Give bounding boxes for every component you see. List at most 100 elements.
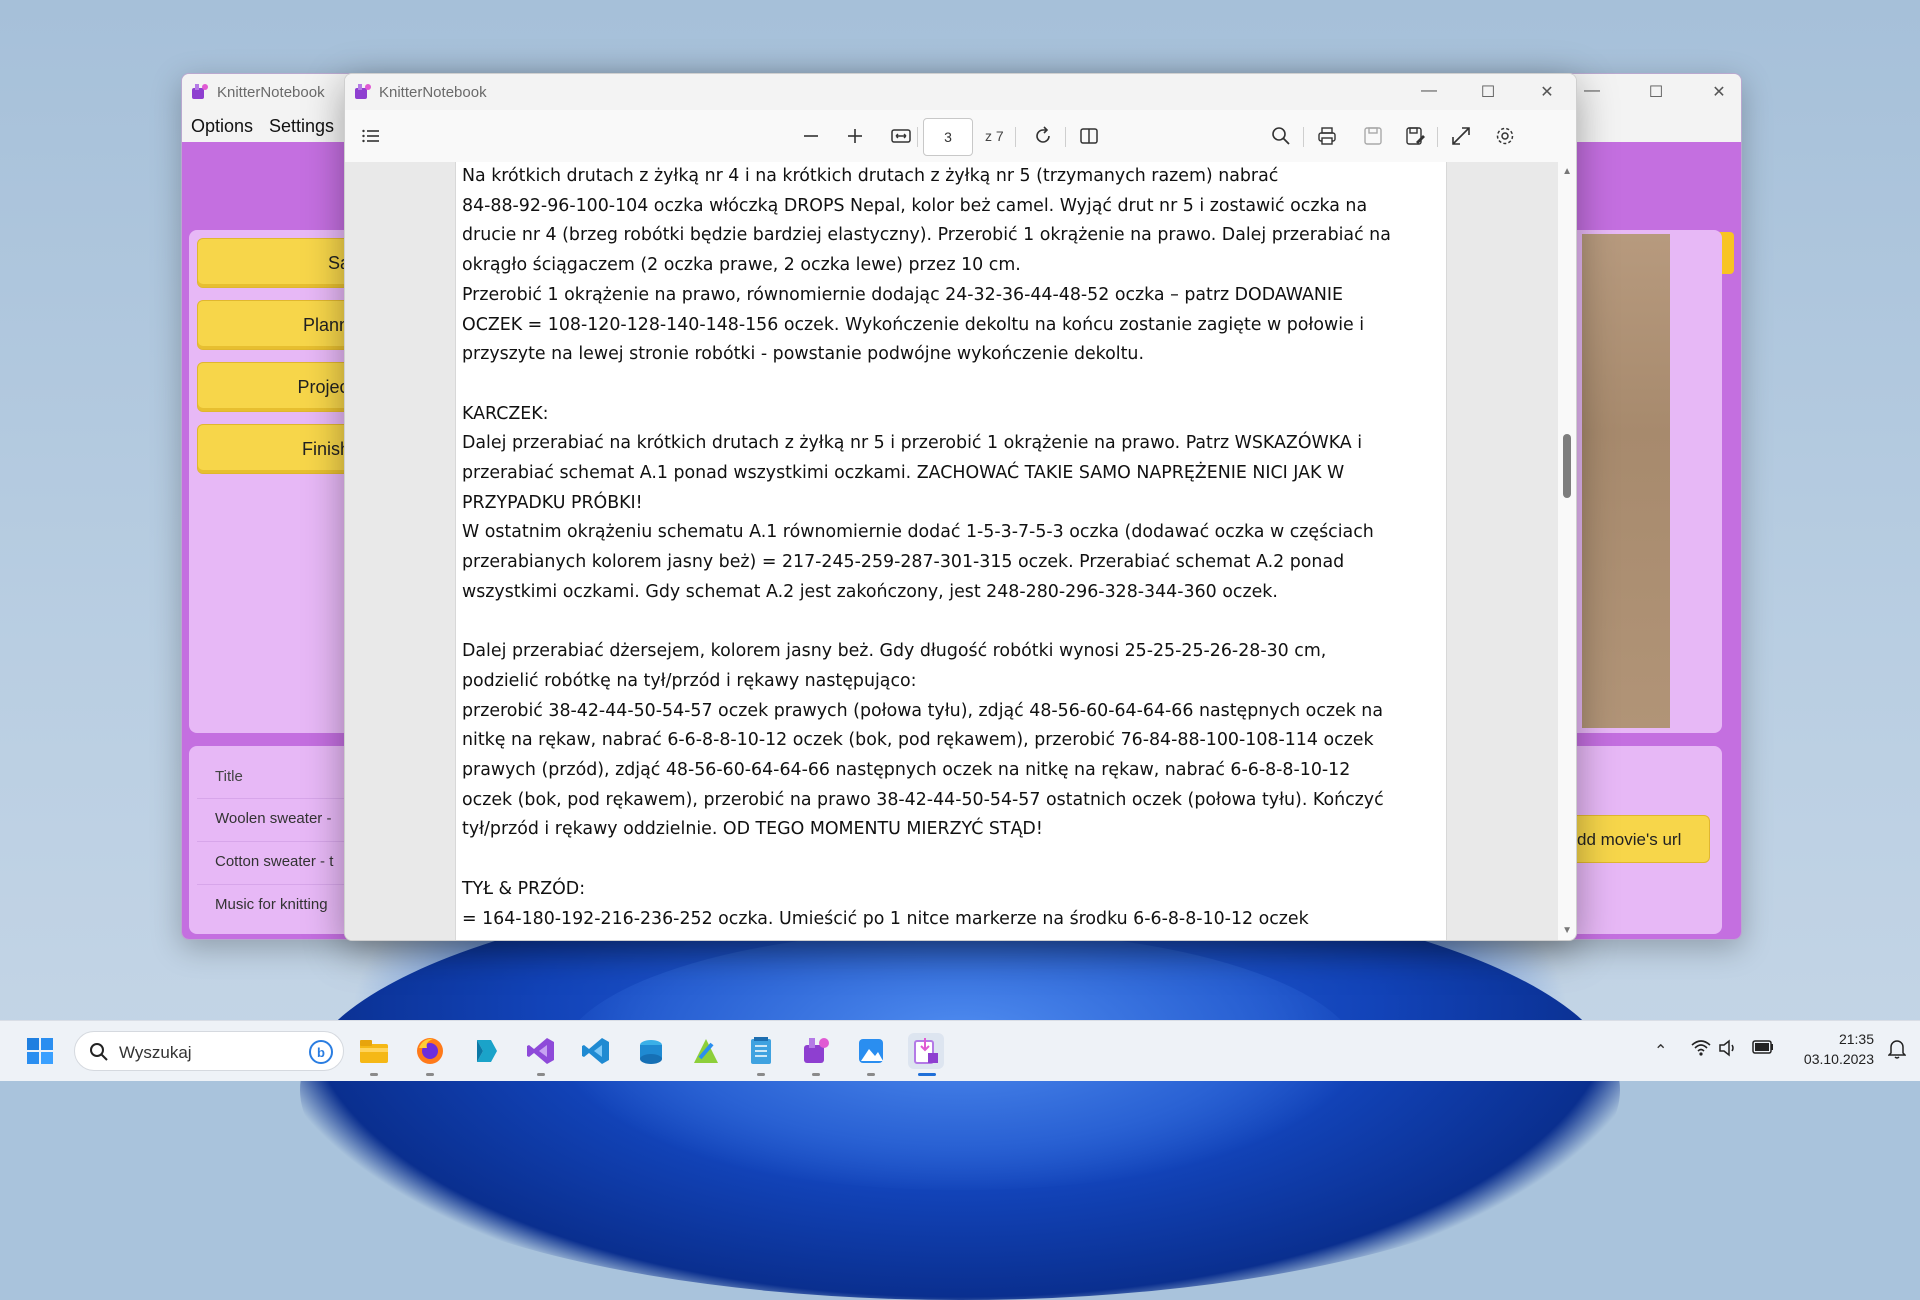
menu-settings[interactable]: Settings bbox=[269, 116, 334, 137]
page-text-line: przerabianych kolorem jasny beż) = 217-2… bbox=[462, 552, 1345, 573]
knitternotebook-taskbar-icon[interactable] bbox=[798, 1033, 834, 1069]
page-text-line: przerobić 38-42-44-50-54-57 oczek prawyc… bbox=[462, 700, 1383, 721]
toolbar-separator bbox=[1437, 127, 1438, 147]
pdf-toolbar: 3 z 7 bbox=[345, 110, 1576, 162]
page-view-icon[interactable] bbox=[1075, 122, 1103, 150]
running-indicator bbox=[426, 1073, 434, 1076]
window-title: KnitterNotebook bbox=[379, 84, 487, 101]
visual-studio-icon[interactable] bbox=[523, 1033, 559, 1069]
page-text-line: = 164-180-192-216-236-252 oczka. Umieści… bbox=[462, 908, 1309, 929]
app-icon bbox=[192, 84, 208, 99]
maximize-icon[interactable]: ☐ bbox=[1478, 82, 1498, 102]
search-placeholder: Wyszukaj bbox=[119, 1043, 192, 1062]
pdf-viewer-window: KnitterNotebook — ☐ ✕ 3 z 7 Na krótkich … bbox=[344, 73, 1577, 941]
search-icon[interactable] bbox=[1267, 122, 1295, 150]
firefox-icon[interactable] bbox=[412, 1033, 448, 1069]
page-text-line: oczek (bok, pod rękawem), przerobić na p… bbox=[462, 789, 1384, 810]
clock-date: 03.10.2023 bbox=[1803, 1051, 1874, 1067]
page-text-line: tył/przód i rękawy oddzielnie. OD TEGO M… bbox=[462, 819, 1043, 840]
toolbar-separator bbox=[1065, 127, 1066, 147]
running-indicator bbox=[370, 1073, 378, 1076]
page-text-line: TYŁ & PRZÓD: bbox=[462, 878, 586, 899]
page-text-line: 84-88-92-96-100-104 oczka włóczką DROPS … bbox=[462, 195, 1368, 216]
window-title: KnitterNotebook bbox=[217, 84, 325, 101]
page-text-line bbox=[462, 845, 1432, 875]
document-area[interactable]: Na krótkich drutach z żyłką nr 4 i na kr… bbox=[345, 162, 1558, 940]
photos-icon[interactable] bbox=[853, 1033, 889, 1069]
page-text: Na krótkich drutach z żyłką nr 4 i na kr… bbox=[462, 162, 1432, 934]
page-text-line: drucie nr 4 (brzeg robótki będzie bardzi… bbox=[462, 225, 1391, 246]
page-number-input[interactable]: 3 bbox=[923, 118, 973, 156]
fit-width-icon[interactable] bbox=[887, 122, 915, 150]
add-movie-url-button[interactable]: dd movie's url bbox=[1562, 815, 1710, 863]
wifi-icon[interactable] bbox=[1690, 1039, 1712, 1057]
notification-bell-icon[interactable] bbox=[1888, 1039, 1906, 1059]
notepad-icon[interactable] bbox=[743, 1033, 779, 1069]
page-total-label: z 7 bbox=[985, 128, 1004, 144]
page-text-line: okrągło ściągaczem (2 oczka prawe, 2 ocz… bbox=[462, 255, 1021, 276]
running-indicator bbox=[812, 1073, 820, 1076]
list-header-title: Title bbox=[215, 768, 243, 785]
scrollbar-thumb[interactable] bbox=[1563, 434, 1571, 498]
sample-photo bbox=[1582, 234, 1670, 728]
settings-gear-icon[interactable] bbox=[1491, 122, 1519, 150]
contents-list-icon[interactable] bbox=[357, 122, 385, 150]
toolbar-separator bbox=[1015, 127, 1016, 147]
bing-icon: b bbox=[309, 1040, 333, 1064]
maximize-icon[interactable]: ☐ bbox=[1646, 82, 1666, 102]
page-text-line: Przerobić 1 okrążenie na prawo, równomie… bbox=[462, 284, 1344, 305]
page-text-line: KARCZEK: bbox=[462, 403, 549, 424]
page-text-line: wszystkimi oczkami. Gdy schemat A.2 jest… bbox=[462, 581, 1278, 602]
search-icon bbox=[90, 1043, 108, 1061]
save-as-icon[interactable] bbox=[1401, 122, 1429, 150]
volume-icon[interactable] bbox=[1718, 1039, 1738, 1057]
minimize-icon[interactable]: — bbox=[1419, 82, 1439, 100]
system-clock[interactable]: 21:35 03.10.2023 bbox=[1804, 1029, 1874, 1069]
page-text-line bbox=[462, 608, 1432, 638]
close-icon[interactable]: ✕ bbox=[1537, 82, 1557, 102]
page-text-line: W ostatnim okrążeniu schematu A.1 równom… bbox=[462, 522, 1374, 543]
minimize-icon[interactable]: — bbox=[1582, 82, 1602, 100]
rotate-icon[interactable] bbox=[1029, 122, 1057, 150]
title-bar: KnitterNotebook — ☐ ✕ bbox=[345, 74, 1576, 110]
vscode-icon[interactable] bbox=[578, 1033, 614, 1069]
full-screen-icon[interactable] bbox=[1447, 122, 1475, 150]
page-text-line: nitkę na rękaw, nabrać 6-6-8-8-10-12 ocz… bbox=[462, 730, 1374, 751]
page-text-line: OCZEK = 108-120-128-140-148-156 oczek. W… bbox=[462, 314, 1365, 335]
file-explorer-icon[interactable] bbox=[356, 1033, 392, 1069]
scroll-up-arrow-icon[interactable]: ▲ bbox=[1562, 166, 1572, 177]
power-automate-icon[interactable] bbox=[468, 1033, 504, 1069]
page-text-line: przerabiać schemat A.1 ponad wszystkimi … bbox=[462, 463, 1345, 484]
pdf-page: Na krótkich drutach z żyłką nr 4 i na kr… bbox=[455, 162, 1447, 940]
taskbar-search[interactable]: Wyszukaj b bbox=[74, 1031, 344, 1071]
page-text-line: prawych (przód), zdjąć 48-56-60-64-64-66… bbox=[462, 760, 1351, 781]
zoom-out-icon[interactable] bbox=[797, 122, 825, 150]
battery-icon[interactable] bbox=[1752, 1040, 1774, 1054]
toolbar-separator bbox=[1303, 127, 1304, 147]
page-text-line: podzielić robótkę na tył/przód i rękawy … bbox=[462, 670, 917, 691]
svg-text:b: b bbox=[317, 1045, 325, 1060]
page-text-line: PRZYPADKU PRÓBKI! bbox=[462, 492, 643, 513]
vertical-scrollbar[interactable]: ▲ ▼ bbox=[1558, 162, 1576, 940]
clock-time: 21:35 bbox=[1838, 1031, 1874, 1047]
zoom-in-icon[interactable] bbox=[841, 122, 869, 150]
start-button-icon[interactable] bbox=[22, 1033, 58, 1069]
page-text-line: przyszyte na lewej stronie robótki - pow… bbox=[462, 344, 1144, 365]
running-indicator bbox=[537, 1073, 545, 1076]
scroll-down-arrow-icon[interactable]: ▼ bbox=[1562, 925, 1572, 936]
azure-data-studio-icon[interactable] bbox=[633, 1033, 669, 1069]
page-text-line: Dalej przerabiać na krótkich drutach z ż… bbox=[462, 433, 1363, 454]
page-text-line bbox=[462, 370, 1432, 400]
print-icon[interactable] bbox=[1313, 122, 1341, 150]
menu-options[interactable]: Options bbox=[191, 116, 253, 137]
toolbar-separator bbox=[917, 127, 918, 147]
close-icon[interactable]: ✕ bbox=[1709, 82, 1729, 102]
taskbar: Wyszukaj b ⌃ 21:35 03.10.2023 bbox=[0, 1020, 1920, 1081]
running-indicator bbox=[867, 1073, 875, 1076]
knitternotebook-pdf-taskbar-icon[interactable] bbox=[908, 1033, 944, 1069]
page-text-line: Na krótkich drutach z żyłką nr 4 i na kr… bbox=[462, 166, 1279, 186]
app-launcher-icon[interactable] bbox=[688, 1033, 724, 1069]
page-text-line: Dalej przerabiać dżersejem, kolorem jasn… bbox=[462, 641, 1327, 662]
show-hidden-icons-chevron-icon[interactable]: ⌃ bbox=[1654, 1041, 1667, 1061]
running-indicator bbox=[757, 1073, 765, 1076]
